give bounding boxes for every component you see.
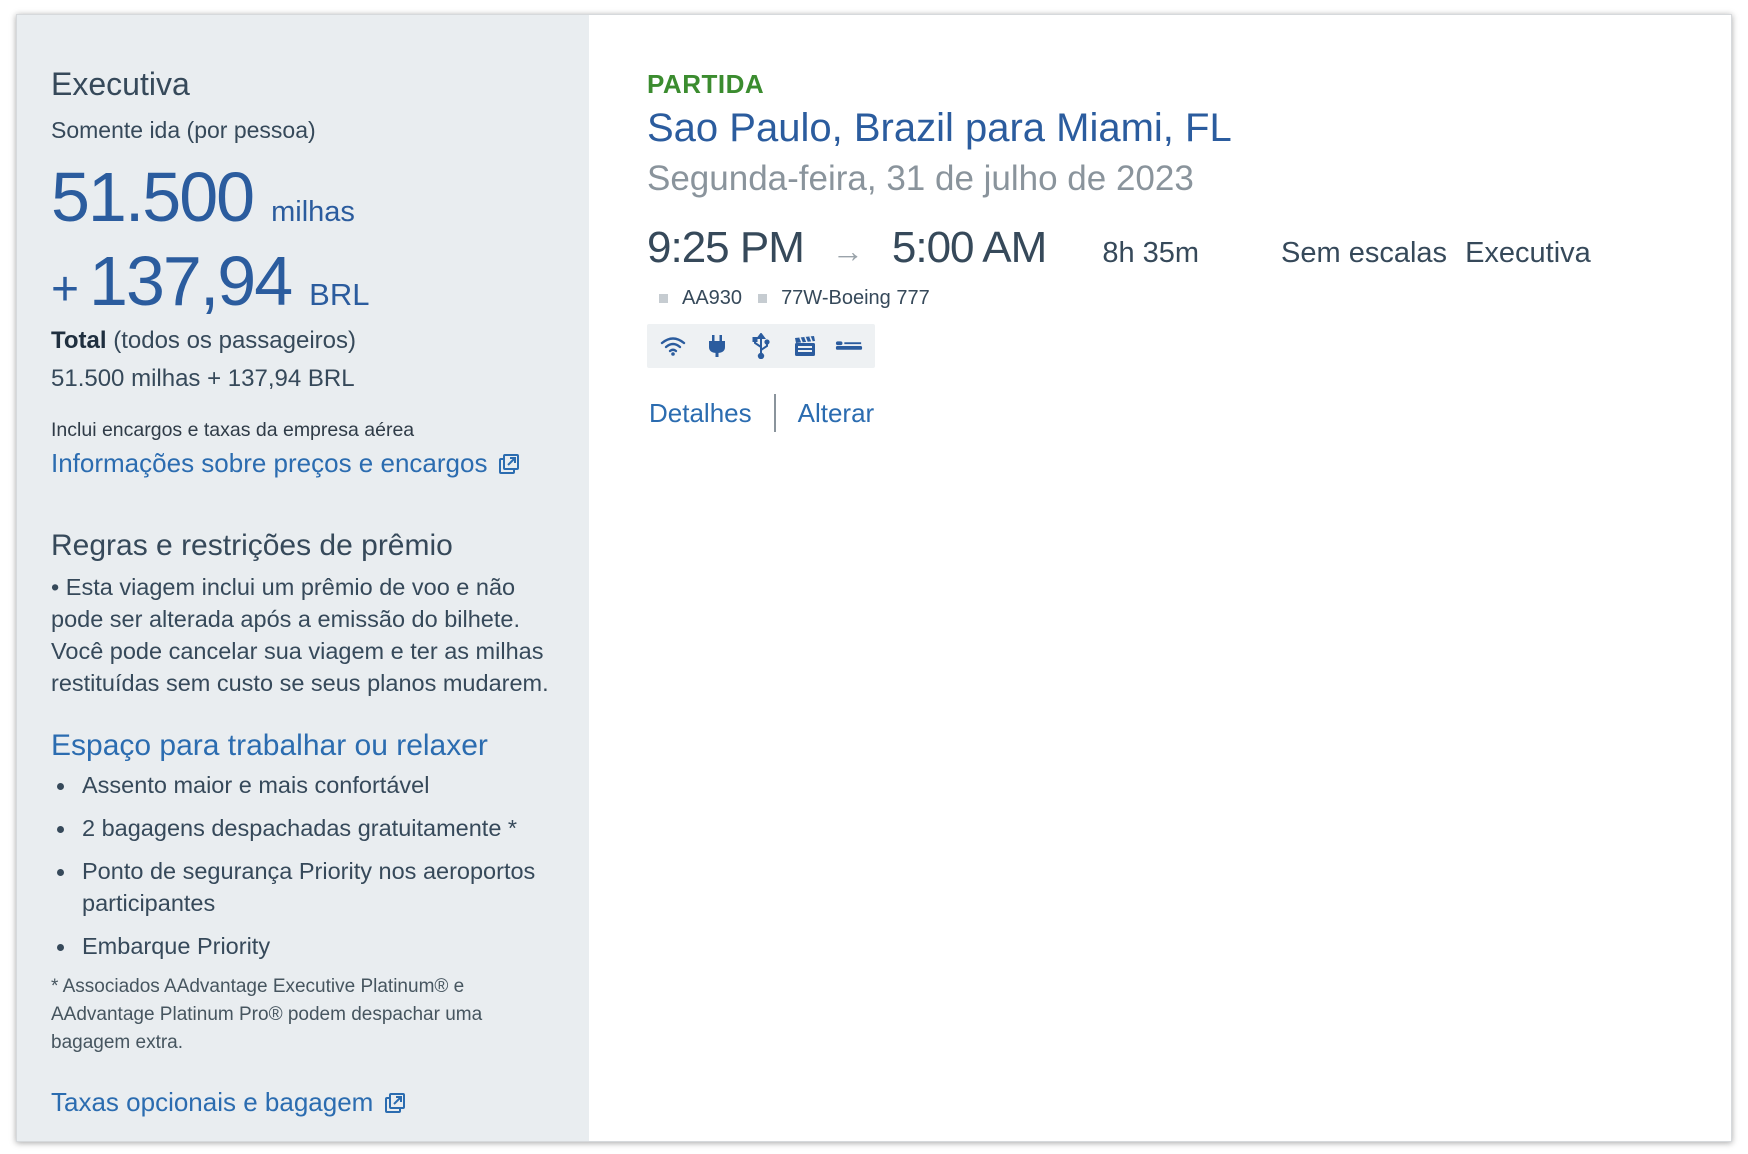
fee-currency: BRL <box>309 277 370 313</box>
list-item: Ponto de segurança Priority nos aeroport… <box>51 855 555 919</box>
stops-info: Sem escalas <box>1281 237 1448 269</box>
flight-number: AA930 <box>682 287 743 309</box>
fee-amount: 137,94 <box>89 242 293 321</box>
fare-card: Executiva Somente ida (por pessoa) 51.50… <box>16 14 1732 1142</box>
power-outlet-icon <box>703 332 731 360</box>
square-bullet-icon <box>659 294 668 303</box>
cabin-title: Executiva <box>51 66 190 102</box>
divider <box>773 394 776 432</box>
total-suffix: (todos os passageiros) <box>106 327 357 355</box>
plus-sign: + <box>51 263 80 317</box>
departure-time: 9:25 PM <box>647 223 805 272</box>
benefits-title: Espaço para trabalhar ou relaxer <box>51 729 488 763</box>
benefits-footnote: * Associados AAdvantage Executive Platin… <box>51 976 483 1054</box>
flight-actions: Detalhes Alterar <box>649 394 1731 432</box>
award-rules-text: • Esta viagem inclui um prêmio de voo e … <box>51 571 555 699</box>
entertainment-icon <box>791 332 819 360</box>
award-rules-title: Regras e restrições de prêmio <box>51 529 453 563</box>
details-link[interactable]: Detalhes <box>649 398 752 429</box>
aircraft-type: 77W-Boeing 777 <box>781 287 930 309</box>
direction-label: PARTIDA <box>647 69 765 99</box>
includes-fees-text: Inclui encargos e taxas da empresa aérea <box>51 419 415 442</box>
miles-unit: milhas <box>271 196 355 229</box>
list-item: Embarque Priority <box>51 930 555 962</box>
list-item: 2 bagagens despachadas gratuitamente * <box>51 812 555 844</box>
pricing-info-link-label: Informações sobre preços e encargos <box>51 448 488 479</box>
miles-amount: 51.500 <box>51 158 255 237</box>
square-bullet-icon <box>758 294 768 303</box>
award-rules-body: Esta viagem inclui um prêmio de voo e nã… <box>51 574 549 697</box>
flight-details-panel: PARTIDA Sao Paulo, Brazil para Miami, FL… <box>589 15 1731 1141</box>
usb-icon <box>747 332 775 360</box>
total-value: 51.500 milhas + 137,94 BRL <box>51 365 355 393</box>
route-title: Sao Paulo, Brazil para Miami, FL <box>647 106 1232 150</box>
amenities-bar[interactable] <box>647 324 875 368</box>
flight-date: Segunda-feira, 31 de julho de 2023 <box>647 159 1194 198</box>
benefits-list: Assento maior e mais confortável 2 bagag… <box>51 769 555 962</box>
wifi-icon <box>659 332 687 360</box>
change-link[interactable]: Alterar <box>798 398 875 429</box>
flight-duration: 8h 35m <box>1102 237 1200 269</box>
fare-summary-panel: Executiva Somente ida (por pessoa) 51.50… <box>17 15 589 1141</box>
pricing-info-link[interactable]: Informações sobre preços e encargos <box>51 448 521 479</box>
cabin-class: Executiva <box>1465 237 1591 269</box>
flight-meta: AA930 77W-Boeing 777 <box>659 287 1731 310</box>
fee-price: + 137,94 BRL <box>51 232 555 317</box>
flight-times: 9:25 PM → 5:00 AM 8h 35m Sem escalas Exe… <box>647 223 1731 273</box>
list-item: Assento maior e mais confortável <box>51 769 555 801</box>
arrival-time: 5:00 AM <box>891 223 1047 272</box>
external-link-icon <box>385 1092 406 1113</box>
total-label: Total <box>51 327 107 355</box>
total-label-line: Total (todos os passageiros) <box>51 327 555 355</box>
optional-fees-link-label: Taxas opcionais e bagagem <box>51 1087 374 1118</box>
trip-type: Somente ida (por pessoa) <box>51 117 316 144</box>
lie-flat-seat-icon <box>835 332 863 360</box>
optional-fees-link[interactable]: Taxas opcionais e bagagem <box>51 1087 407 1118</box>
bullet-icon: • <box>51 574 66 601</box>
arrow-right-icon: → <box>831 233 864 269</box>
external-link-icon <box>499 453 520 474</box>
miles-price: 51.500 milhas <box>51 144 555 232</box>
